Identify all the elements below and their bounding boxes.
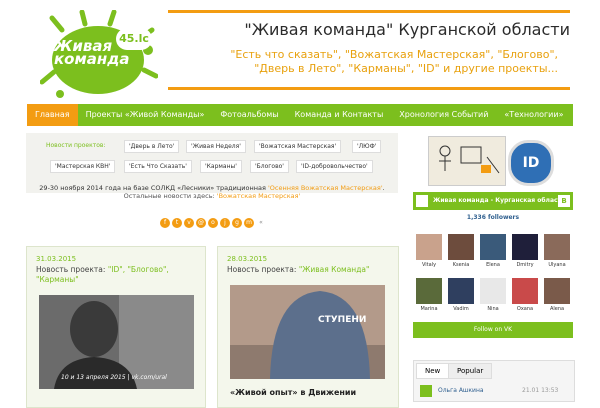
avatar — [448, 234, 474, 260]
project-news-label: Новости проектов: — [46, 142, 106, 149]
post-card-1[interactable]: 31.03.2015 Новость проекта: "ID", "Блого… — [26, 246, 206, 408]
follower-name: Ulyana — [548, 262, 566, 268]
chip-pockets[interactable]: 'Карманы' — [200, 160, 242, 173]
post-date: 31.03.2015 — [36, 255, 77, 263]
sidebar-drawing-image[interactable] — [428, 136, 506, 186]
facebook-icon[interactable]: f — [160, 218, 170, 228]
nav-home[interactable]: Главная — [27, 104, 78, 126]
news-text-other: Остальные новости здесь: — [123, 192, 217, 200]
main-nav: Главная Проекты «Живой Команды» Фотоальб… — [27, 104, 573, 126]
avatar — [480, 234, 506, 260]
news-text-end: . — [382, 184, 385, 192]
vk-followers-count[interactable]: 1,336 followers — [413, 214, 573, 221]
avatar — [448, 278, 474, 304]
post-headline[interactable]: «Живой опыт» в Движении — [230, 388, 390, 397]
news-link-workshop[interactable]: 'Вожатская Мастерская' — [217, 192, 301, 200]
header-divider-top — [168, 10, 570, 13]
twitter-icon[interactable]: t — [172, 218, 182, 228]
site-subtitle-line1: "Есть что сказать", "Вожатская Мастерска… — [230, 48, 558, 61]
livejournal-icon[interactable]: j — [220, 218, 230, 228]
vk-group-name[interactable]: Живая команда - Курганская область — [433, 197, 565, 204]
avatar — [416, 234, 442, 260]
avatar — [544, 278, 570, 304]
post-card-2[interactable]: 28.03.2015 Новость проекта: "Живая Коман… — [217, 246, 399, 408]
vk-follower[interactable]: Vitaly — [416, 234, 442, 268]
news-line-1: 29-30 ноября 2014 года на базе СОЛКД «Ле… — [26, 184, 398, 192]
site-subtitle: "Есть что сказать", "Вожатская Мастерска… — [180, 48, 558, 76]
nav-team[interactable]: Команда и Контакты — [287, 104, 392, 126]
news-line-2: Остальные новости здесь: 'Вожатская Маст… — [26, 192, 398, 200]
logo-badge: 45.lc — [116, 28, 152, 50]
follower-name: Vadim — [453, 306, 469, 312]
follower-name: Nina — [487, 306, 499, 312]
follower-name: Marina — [420, 306, 438, 312]
post-prefix: Новость проекта: — [227, 265, 299, 274]
news-link-autumn[interactable]: 'Осенняя Вожатская Мастерская' — [268, 184, 383, 192]
chip-have-something[interactable]: 'Есть Что Сказать' — [124, 160, 192, 173]
follower-name: Ksenia — [452, 262, 470, 268]
odnoklassniki-icon[interactable]: o — [208, 218, 218, 228]
follower-name: Vitaly — [421, 262, 437, 268]
post-title: Новость проекта: "ID", "Блогово", "Карма… — [36, 265, 196, 285]
email-icon[interactable]: @ — [196, 218, 206, 228]
vk-follower[interactable]: Dmitry — [512, 234, 538, 268]
google-plus-icon[interactable]: g — [232, 218, 242, 228]
vk-follower[interactable]: Nina — [480, 278, 506, 312]
comment-author[interactable]: Ольга Ашкина — [438, 387, 484, 394]
vk-follow-button[interactable]: Follow on VK — [413, 322, 573, 338]
id-project-logo[interactable]: ID — [508, 140, 554, 186]
post-project-link[interactable]: "Живая Команда" — [299, 265, 370, 274]
avatar — [512, 234, 538, 260]
chip-counselor-workshop[interactable]: 'Вожатская Мастерская' — [254, 140, 342, 153]
avatar — [544, 234, 570, 260]
share-bar: f t v @ o j g m « — [160, 218, 266, 228]
avatar — [480, 278, 506, 304]
avatar — [416, 278, 442, 304]
post-date: 28.03.2015 — [227, 255, 268, 263]
comment-time: 21.01 13:53 — [522, 387, 559, 394]
post-title: Новость проекта: "Живая Команда" — [227, 265, 387, 275]
vk-group-avatar — [416, 195, 428, 207]
more-icon[interactable]: « — [256, 218, 266, 228]
avatar — [512, 278, 538, 304]
vk-follower[interactable]: Ulyana — [544, 234, 570, 268]
site-subtitle-line2: "Дверь в Лето", "Карманы", "ID" и другие… — [254, 62, 558, 75]
header-divider-bottom — [168, 87, 570, 90]
follower-name: Oxana — [516, 306, 534, 312]
post-image-caption: СТУПЕНИ — [318, 315, 367, 325]
vk-follower[interactable]: Ksenia — [448, 234, 474, 268]
sidebar-tabs: New Popular Ольга Ашкина 21.01 13:53 — [413, 360, 575, 402]
logo-text-line2: команда — [54, 50, 130, 68]
vk-logo-icon[interactable]: B — [558, 195, 570, 207]
chip-live-week[interactable]: 'Живая Неделя' — [186, 140, 246, 153]
post-image-caption: 10 и 13 апреля 2015 | vk.com/ural — [61, 374, 167, 381]
chip-door-summer[interactable]: 'Дверь в Лето' — [124, 140, 180, 153]
news-text: 29-30 ноября 2014 года на базе СОЛКД «Ле… — [39, 184, 268, 192]
site-title: "Живая команда" Курганской области — [244, 20, 570, 39]
avatar — [420, 385, 432, 397]
chip-blogovo[interactable]: 'Блогово' — [250, 160, 289, 173]
nav-projects[interactable]: Проекты «Живой Команды» — [78, 104, 213, 126]
tab-popular[interactable]: Popular — [448, 363, 493, 379]
post-prefix: Новость проекта: — [36, 265, 108, 274]
vk-follower[interactable]: Marina — [416, 278, 442, 312]
nav-photos[interactable]: Фотоальбомы — [212, 104, 286, 126]
follower-name: Elena — [486, 262, 500, 268]
tab-new[interactable]: New — [416, 363, 450, 379]
chip-kvn[interactable]: 'Мастерская КВН' — [50, 160, 116, 173]
post-image-hoodie[interactable] — [230, 285, 385, 379]
vk-icon[interactable]: v — [184, 218, 194, 228]
mailru-icon[interactable]: m — [244, 218, 254, 228]
vk-follower[interactable]: Elena — [480, 234, 506, 268]
follower-name: Alena — [549, 306, 565, 312]
vk-follower[interactable]: Vadim — [448, 278, 474, 312]
chip-id-volunteer[interactable]: 'ID-добровольчество' — [296, 160, 373, 173]
vk-widget-header[interactable]: Живая команда - Курганская область B — [413, 192, 573, 210]
nav-technologies[interactable]: «Технологии» — [496, 104, 571, 126]
chip-luf[interactable]: 'ЛЮФ' — [352, 140, 382, 153]
nav-chronology[interactable]: Хронология Событий — [391, 104, 496, 126]
vk-follower[interactable]: Oxana — [512, 278, 538, 312]
follower-name: Dmitry — [516, 262, 534, 268]
vk-follower[interactable]: Alena — [544, 278, 570, 312]
